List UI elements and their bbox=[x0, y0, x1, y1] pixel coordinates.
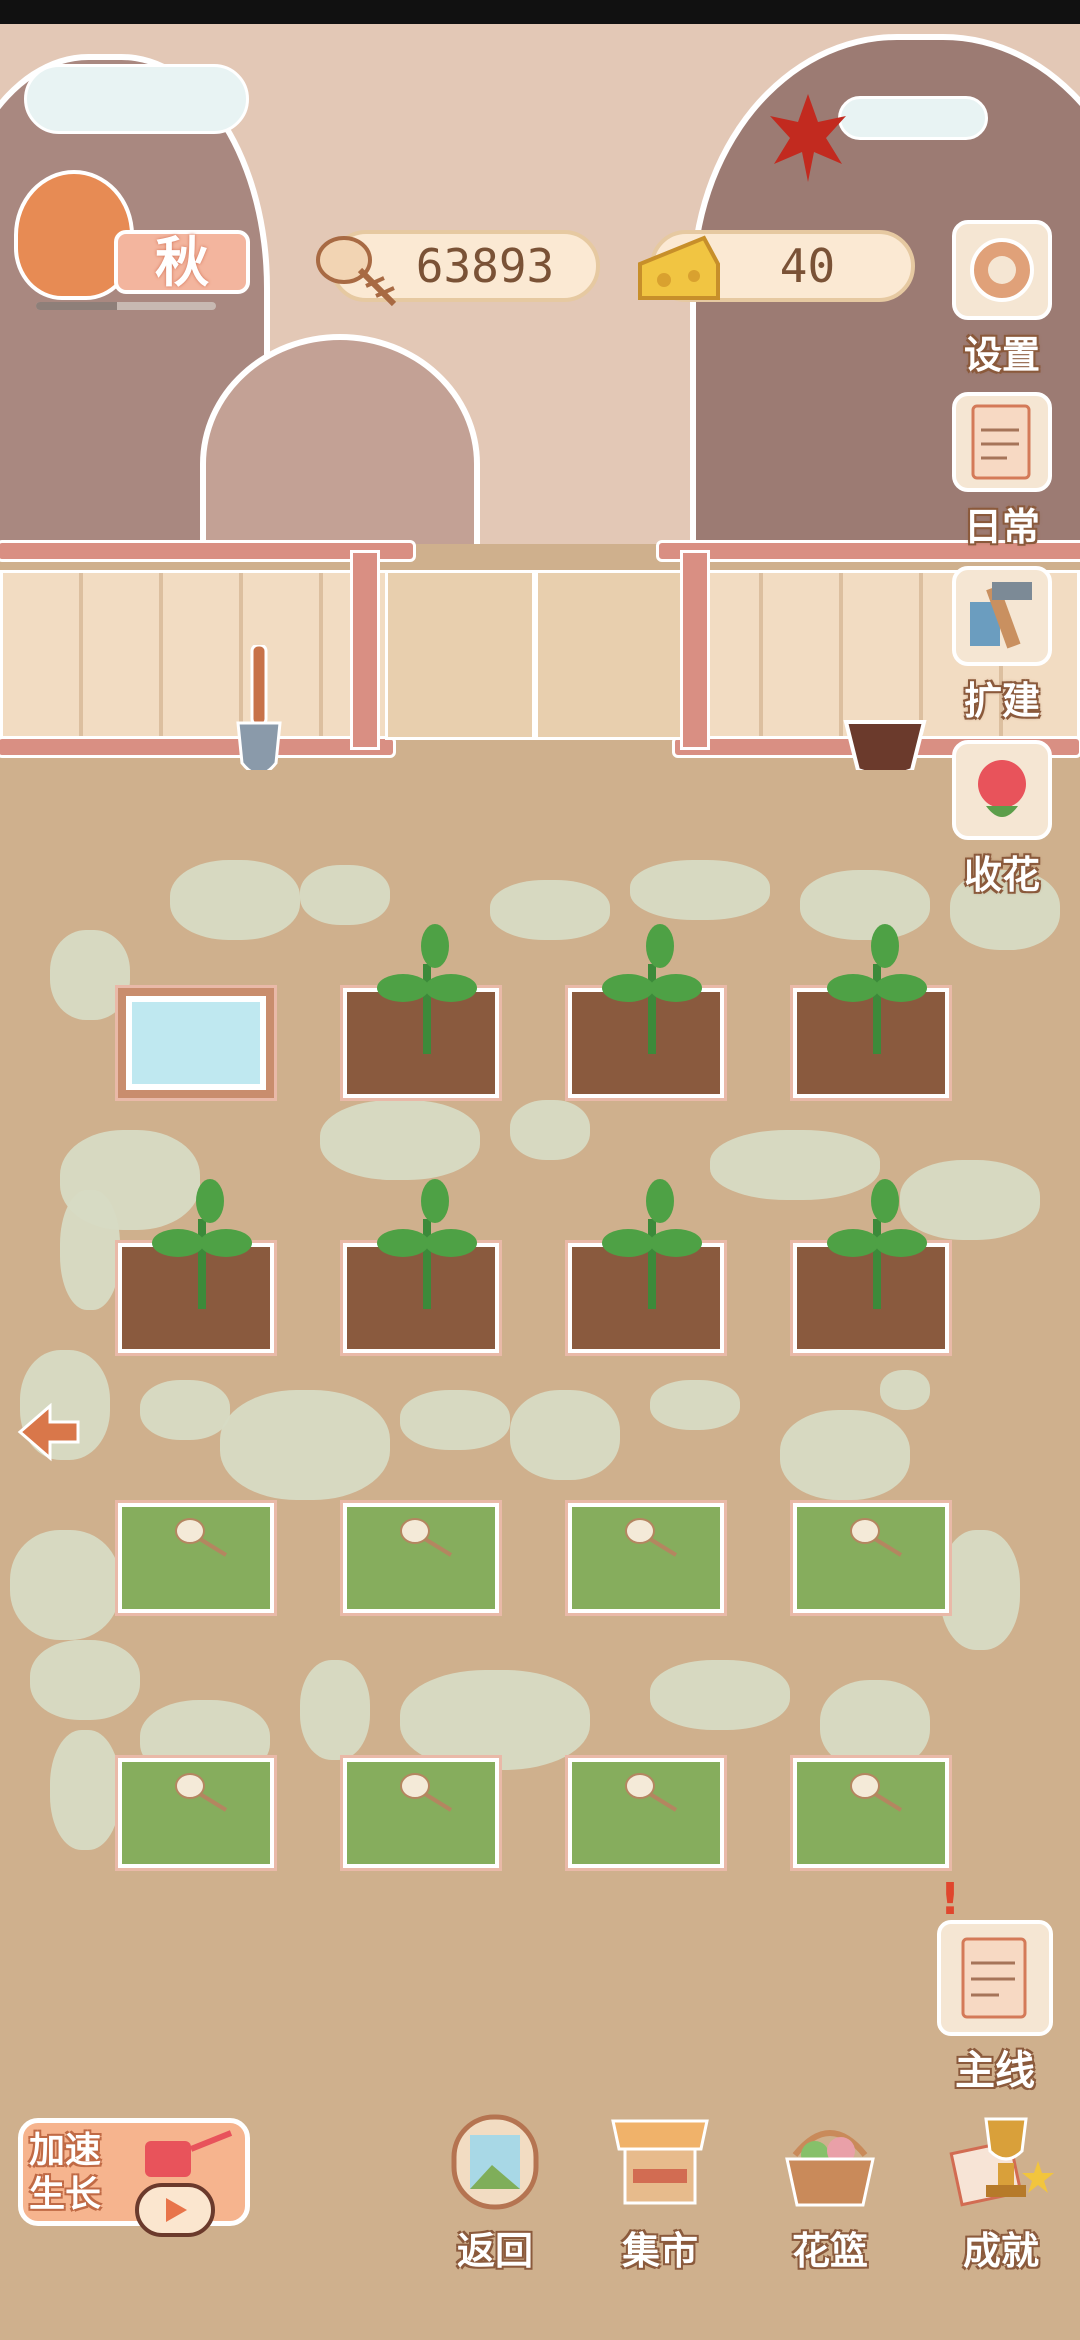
cheese-currency-counter: 40 bbox=[638, 230, 915, 302]
hammer-expand-icon bbox=[952, 566, 1052, 666]
maple-leaf-icon bbox=[770, 94, 846, 182]
watering-can-icon bbox=[145, 2130, 233, 2177]
flower-basket-label: 花篮 bbox=[791, 2229, 868, 2273]
season-label: 秋 bbox=[114, 230, 250, 294]
sprout-plot[interactable] bbox=[118, 1179, 274, 1353]
flower-basket-icon bbox=[772, 2106, 888, 2216]
fishbone-grass-plot[interactable] bbox=[343, 1503, 499, 1613]
fishbone-count: 63893 bbox=[415, 239, 555, 293]
achievement-button[interactable]: 成就 bbox=[936, 2106, 1066, 2275]
rose-harvest-icon bbox=[952, 740, 1052, 840]
play-video-ad-button[interactable] bbox=[135, 2183, 215, 2237]
harvest-flower-label: 收花 bbox=[963, 853, 1040, 897]
speed-up-growth-button[interactable]: 加速生长 bbox=[18, 2118, 250, 2237]
fishbone-icon bbox=[625, 1773, 678, 1812]
settings-label: 设置 bbox=[963, 333, 1040, 377]
gear-icon bbox=[952, 220, 1052, 320]
sprout-icon bbox=[377, 1179, 477, 1309]
fishbone-icon bbox=[850, 1773, 903, 1812]
daily-tip-note-icon bbox=[952, 392, 1052, 492]
flower-basket-button[interactable]: 花篮 bbox=[765, 2106, 895, 2275]
expand-button[interactable]: 扩建 bbox=[950, 566, 1054, 725]
return-button[interactable]: 返回 bbox=[430, 2106, 560, 2275]
main-quest-button[interactable]: 主线 bbox=[930, 1920, 1060, 2096]
sprout-plot[interactable] bbox=[343, 924, 499, 1098]
quest-tip-note-icon bbox=[937, 1920, 1053, 2036]
arrow-left-icon[interactable] bbox=[14, 1400, 84, 1464]
water-plot[interactable] bbox=[118, 988, 274, 1098]
market-stall-icon bbox=[602, 2106, 718, 2216]
play-icon bbox=[166, 2198, 187, 2222]
cloud-left bbox=[24, 64, 249, 134]
fishbone-icon bbox=[850, 1518, 903, 1557]
sprout-icon bbox=[602, 924, 702, 1054]
trophy-icon bbox=[943, 2106, 1059, 2216]
settings-button[interactable]: 设置 bbox=[950, 220, 1054, 379]
sprout-plot[interactable] bbox=[793, 1179, 949, 1353]
season-progress-bar bbox=[36, 302, 216, 310]
sprout-icon bbox=[827, 1179, 927, 1309]
achievement-label: 成就 bbox=[962, 2229, 1039, 2273]
water-pool bbox=[132, 1002, 260, 1084]
garden-gate-right[interactable] bbox=[535, 570, 683, 740]
season-progress-fill bbox=[36, 302, 117, 310]
main-quest-label: 主线 bbox=[955, 2048, 1035, 2094]
window-return-icon bbox=[437, 2106, 553, 2216]
sprout-icon bbox=[377, 924, 477, 1054]
quest-alert-badge: ! bbox=[940, 1874, 961, 1925]
harvest-flower-button[interactable]: 收花 bbox=[950, 740, 1054, 899]
fishbone-icon bbox=[175, 1518, 228, 1557]
fishbone-icon bbox=[400, 1518, 453, 1557]
cloud-right bbox=[838, 96, 988, 140]
fishbone-icon bbox=[175, 1773, 228, 1812]
daily-label: 日常 bbox=[963, 505, 1040, 549]
fishbone-grass-plot[interactable] bbox=[568, 1503, 724, 1613]
cheese-count: 40 bbox=[779, 239, 836, 293]
fishbone-grass-plot[interactable] bbox=[568, 1758, 724, 1868]
sprout-icon bbox=[827, 924, 927, 1054]
return-label: 返回 bbox=[456, 2229, 533, 2273]
market-button[interactable]: 集市 bbox=[595, 2106, 725, 2275]
sprout-icon bbox=[602, 1179, 702, 1309]
daily-button[interactable]: 日常 bbox=[950, 392, 1054, 551]
fishbone-icon bbox=[400, 1773, 453, 1812]
fishbone-icon bbox=[625, 1518, 678, 1557]
fishbone-grass-plot[interactable] bbox=[343, 1758, 499, 1868]
sprout-icon bbox=[152, 1179, 252, 1309]
season-indicator[interactable]: 秋 bbox=[14, 170, 250, 310]
sprout-plot[interactable] bbox=[568, 924, 724, 1098]
status-bar bbox=[0, 0, 1080, 24]
fishbone-grass-plot[interactable] bbox=[793, 1503, 949, 1613]
garden-gate[interactable] bbox=[385, 570, 535, 740]
sprout-plot[interactable] bbox=[568, 1179, 724, 1353]
cheese-icon bbox=[638, 235, 720, 300]
market-label: 集市 bbox=[621, 2229, 698, 2273]
speed-up-label: 加速生长 bbox=[29, 2130, 102, 2215]
sprout-plot[interactable] bbox=[343, 1179, 499, 1353]
fishbone-currency-counter: 63893 bbox=[316, 230, 600, 307]
fishbone-grass-plot[interactable] bbox=[793, 1758, 949, 1868]
expand-label: 扩建 bbox=[963, 679, 1040, 723]
fishbone-icon bbox=[316, 236, 397, 307]
fishbone-grass-plot[interactable] bbox=[118, 1758, 274, 1868]
sprout-plot[interactable] bbox=[793, 924, 949, 1098]
fishbone-grass-plot[interactable] bbox=[118, 1503, 274, 1613]
